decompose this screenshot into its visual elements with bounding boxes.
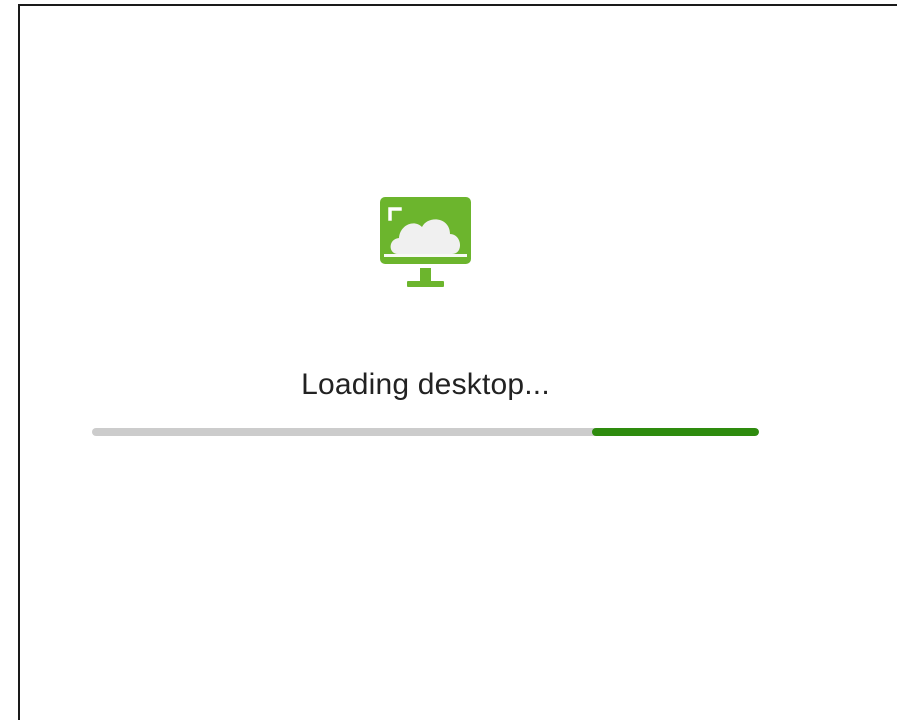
monitor-base [407, 281, 444, 287]
monitor-neck [420, 268, 431, 281]
progress-bar [92, 428, 759, 436]
cloud-desktop-icon [380, 197, 471, 287]
loading-status-text: Loading desktop... [301, 368, 550, 401]
monitor-bezel-line [384, 254, 467, 257]
loading-window [18, 4, 897, 720]
progress-indicator [592, 428, 759, 436]
